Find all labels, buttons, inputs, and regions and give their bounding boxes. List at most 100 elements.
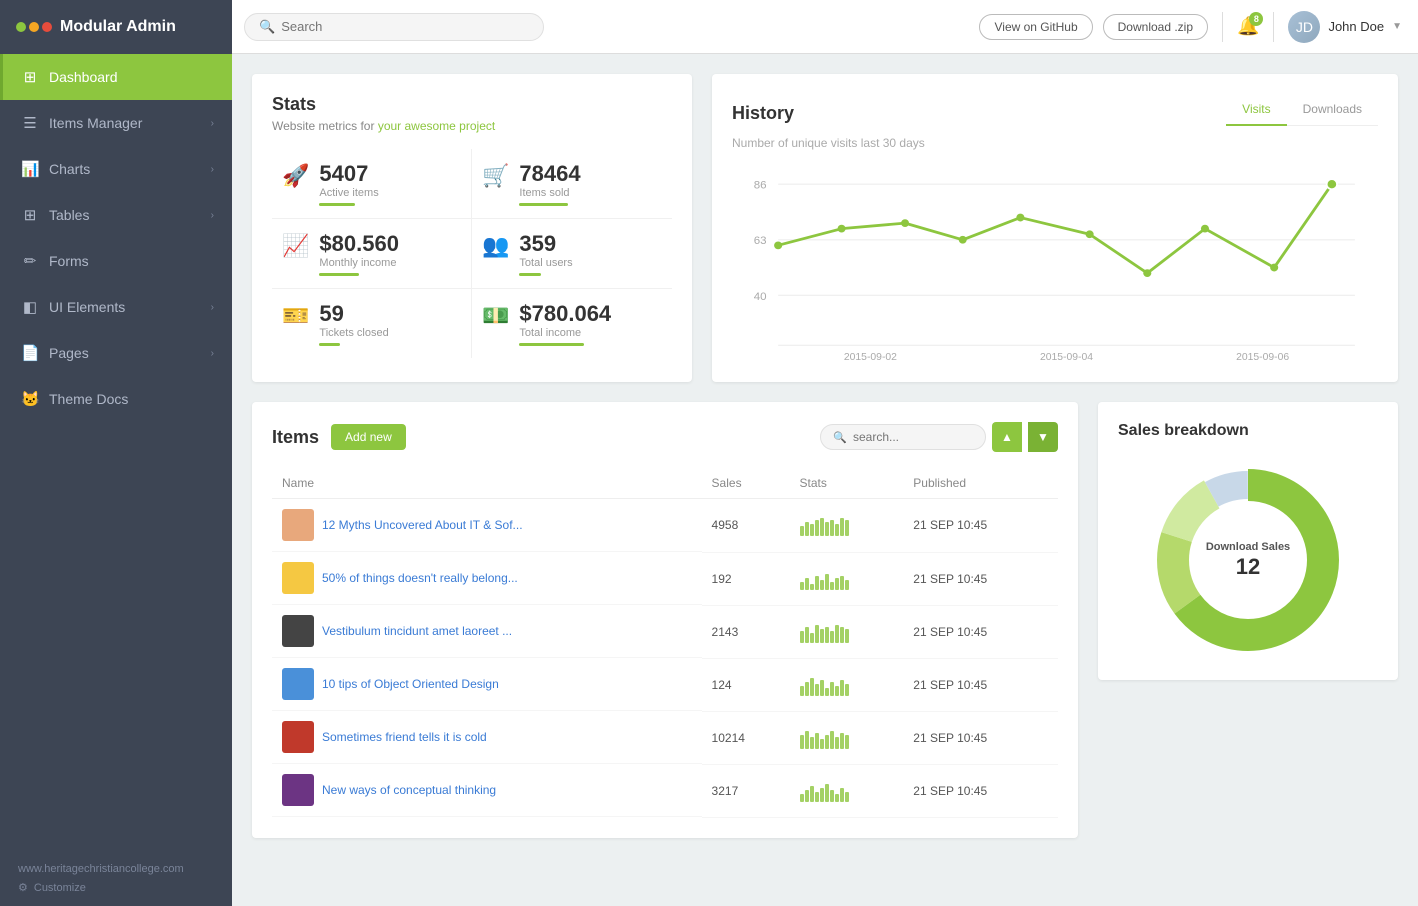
item-name-link[interactable]: 12 Myths Uncovered About IT & Sof... [322, 518, 523, 532]
items-search[interactable]: 🔍 [820, 424, 986, 450]
mini-bar [805, 627, 809, 643]
stat-value: 59 [319, 301, 388, 327]
item-thumbnail [282, 562, 314, 594]
item-name-link[interactable]: Vestibulum tincidunt amet laoreet ... [322, 624, 512, 638]
sidebar-item-items-manager[interactable]: ☰ Items Manager › [0, 100, 232, 146]
mini-bar [840, 733, 844, 749]
mini-bar [845, 792, 849, 802]
sidebar-item-label: Tables [49, 207, 201, 223]
sort-down-button[interactable]: ▼ [1028, 422, 1058, 452]
add-new-button[interactable]: Add new [331, 424, 406, 450]
col-name: Name [272, 468, 702, 499]
col-sales: Sales [702, 468, 790, 499]
sidebar-item-tables[interactable]: ⊞ Tables › [0, 192, 232, 238]
mini-bar [840, 788, 844, 802]
mini-bar [820, 788, 824, 802]
donut-value: 12 [1206, 554, 1290, 580]
item-thumbnail [282, 509, 314, 541]
item-name-link[interactable]: Sometimes friend tells it is cold [322, 730, 487, 744]
mini-bar [815, 733, 819, 749]
item-sales: 2143 [702, 605, 790, 658]
sidebar-item-label: Items Manager [49, 115, 201, 131]
mini-bar [825, 688, 829, 696]
item-published-date: 21 SEP 10:45 [903, 605, 1058, 658]
sales-breakdown-title: Sales breakdown [1118, 422, 1378, 440]
item-thumbnail [282, 774, 314, 806]
mini-bar [815, 625, 819, 643]
stats-subtitle-text: Website metrics for [272, 119, 378, 133]
notification-button[interactable]: 🔔 8 [1237, 16, 1259, 37]
stat-total-users: 👥 359 Total users [472, 219, 672, 289]
sidebar-item-theme-docs[interactable]: 🐱 Theme Docs [0, 376, 232, 422]
notification-badge: 8 [1249, 12, 1263, 26]
stat-value: 359 [519, 231, 572, 257]
mini-bar [830, 520, 834, 536]
stat-active-items: 🚀 5407 Active items [272, 149, 472, 219]
tables-icon: ⊞ [21, 206, 39, 224]
tab-visits[interactable]: Visits [1226, 94, 1286, 126]
mini-bar [805, 522, 809, 536]
items-search-input[interactable] [853, 430, 973, 444]
mini-bar [840, 680, 844, 696]
stat-items-sold: 🛒 78464 Items sold [472, 149, 672, 219]
mini-bar [845, 520, 849, 536]
app-title: Modular Admin [60, 18, 176, 36]
col-published: Published [903, 468, 1058, 499]
github-button[interactable]: View on GitHub [979, 14, 1092, 40]
table-row: 10 tips of Object Oriented Design12421 S… [272, 658, 1058, 711]
search-bar[interactable]: 🔍 [244, 13, 544, 41]
items-table: Name Sales Stats Published 12 Myths Unco… [272, 468, 1058, 818]
chevron-right-icon: › [211, 348, 214, 359]
stat-bar [319, 273, 359, 276]
item-name-link[interactable]: 50% of things doesn't really belong... [322, 571, 518, 585]
logo-dots [16, 22, 52, 32]
mini-bar [810, 737, 814, 749]
stat-value: $80.560 [319, 231, 399, 257]
stats-grid: 🚀 5407 Active items 🛒 78464 Items sold [272, 149, 672, 358]
sidebar-item-charts[interactable]: 📊 Charts › [0, 146, 232, 192]
stats-subtitle-link[interactable]: your awesome project [378, 119, 495, 133]
sidebar-item-dashboard[interactable]: ⊞ Dashboard [0, 54, 232, 100]
table-row: Vestibulum tincidunt amet laoreet ... 214… [272, 605, 1058, 658]
mini-bar [845, 684, 849, 696]
mini-bar-chart [800, 780, 894, 802]
charts-icon: 📊 [21, 160, 39, 178]
item-thumbnail [282, 721, 314, 753]
chevron-right-icon: › [211, 302, 214, 313]
history-title: History [732, 103, 794, 124]
stat-monthly-income: 📈 $80.560 Monthly income [272, 219, 472, 289]
mini-bar [800, 526, 804, 536]
sidebar-item-pages[interactable]: 📄 Pages › [0, 330, 232, 376]
stat-label: Monthly income [319, 257, 399, 269]
stats-card: Stats Website metrics for your awesome p… [252, 74, 692, 382]
customize-link[interactable]: ⚙ Customize [18, 881, 214, 894]
ticket-icon: 🎫 [282, 303, 309, 329]
item-name-cell: New ways of conceptual thinking [272, 764, 702, 817]
item-thumbnail [282, 668, 314, 700]
item-name-link[interactable]: New ways of conceptual thinking [322, 783, 496, 797]
tab-downloads[interactable]: Downloads [1287, 94, 1378, 126]
stat-bar [319, 203, 355, 206]
download-button[interactable]: Download .zip [1103, 14, 1208, 40]
item-published-date: 21 SEP 10:45 [903, 764, 1058, 817]
mini-bar [825, 574, 829, 590]
logo-dot-green [16, 22, 26, 32]
stat-total-income: 💵 $780.064 Total income [472, 289, 672, 358]
item-stats [790, 552, 904, 605]
user-menu[interactable]: JD John Doe ▼ [1288, 11, 1402, 43]
table-row: Sometimes friend tells it is cold1021421… [272, 711, 1058, 764]
user-name: John Doe [1328, 19, 1384, 34]
sidebar-item-forms[interactable]: ✏ Forms [0, 238, 232, 284]
mini-bar [835, 578, 839, 590]
mini-bar [800, 794, 804, 802]
donut-center: Download Sales 12 [1206, 540, 1290, 580]
sidebar-item-ui-elements[interactable]: ◧ UI Elements › [0, 284, 232, 330]
svg-text:40: 40 [754, 291, 767, 303]
sidebar-website-url: www.heritagechristiancollege.com [18, 863, 214, 875]
sort-up-button[interactable]: ▲ [992, 422, 1022, 452]
search-input[interactable] [281, 19, 529, 34]
mini-bar-chart [800, 727, 894, 749]
item-sales: 192 [702, 552, 790, 605]
mini-bar [825, 522, 829, 536]
item-name-link[interactable]: 10 tips of Object Oriented Design [322, 677, 499, 691]
